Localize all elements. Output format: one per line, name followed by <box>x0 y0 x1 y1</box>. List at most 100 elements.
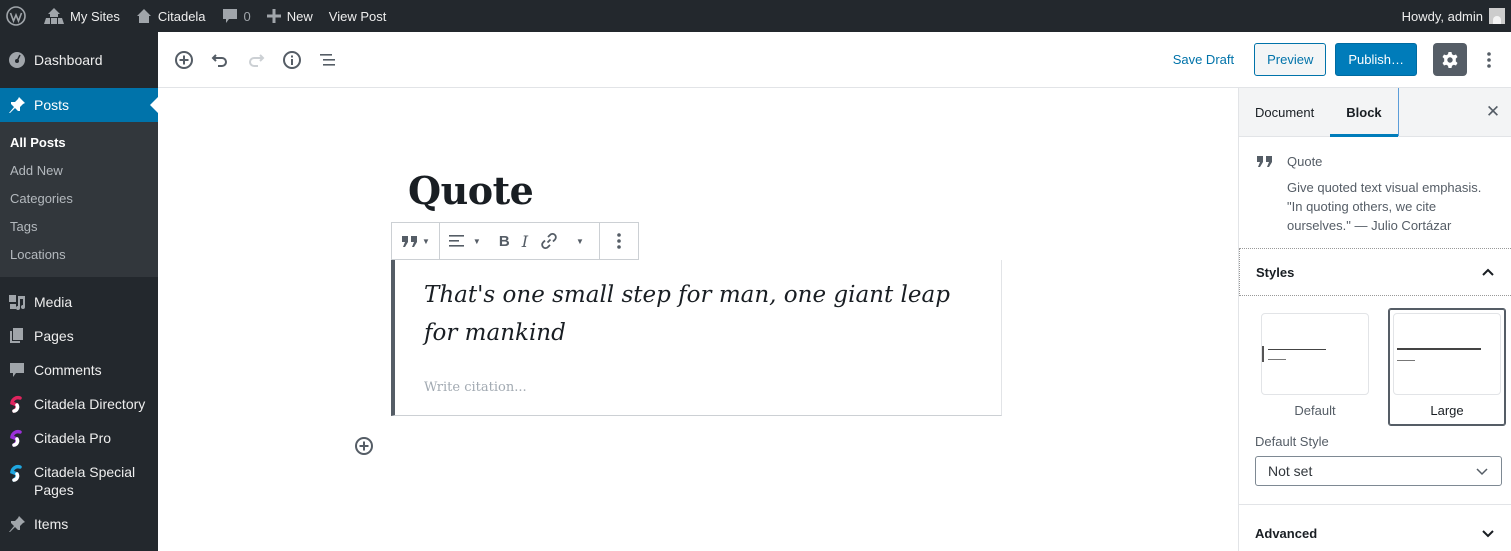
settings-button[interactable] <box>1433 43 1467 76</box>
content-info-button[interactable] <box>274 42 310 78</box>
style-preview-default <box>1261 313 1369 395</box>
tab-block[interactable]: Block <box>1330 88 1399 137</box>
citadela-icon <box>7 428 27 448</box>
caret-down-icon: ▼ <box>422 236 430 246</box>
info-icon <box>283 50 301 69</box>
menu-label: Citadela Special Pages <box>34 464 136 498</box>
style-label: Large <box>1430 403 1464 418</box>
new-content-menu[interactable]: New <box>259 0 321 32</box>
more-menu-button[interactable] <box>1471 42 1507 78</box>
posts-submenu: All Posts Add New Categories Tags Locati… <box>0 122 158 277</box>
submenu-tags[interactable]: Tags <box>0 213 158 241</box>
bold-button[interactable]: B <box>493 223 516 259</box>
menu-label: Items <box>34 516 69 532</box>
style-preview-large <box>1393 313 1501 395</box>
menu-label: Posts <box>34 97 70 113</box>
style-option-default[interactable]: Default <box>1256 308 1374 426</box>
settings-sidebar: Document Block ✕ Quote Give quoted text … <box>1238 88 1511 551</box>
comment-icon <box>222 9 237 23</box>
howdy-label: Howdy, admin <box>1401 8 1483 24</box>
close-sidebar-button[interactable]: ✕ <box>1475 88 1511 136</box>
home-icon <box>136 9 151 23</box>
menu-item-media[interactable]: Media <box>0 285 158 319</box>
plus-circle-icon <box>355 437 373 455</box>
admin-menu: Dashboard Posts All Posts Add New Catego… <box>0 32 158 551</box>
align-left-icon <box>448 235 464 247</box>
comments-count: 0 <box>243 8 251 24</box>
submenu-locations[interactable]: Locations <box>0 241 158 269</box>
admin-bar: My Sites Citadela 0 New View Post Howdy,… <box>0 0 1511 32</box>
save-draft-button[interactable]: Save Draft <box>1161 52 1246 67</box>
style-label: Default <box>1294 403 1336 418</box>
block-name: Quote <box>1287 154 1323 169</box>
caret-down-icon: ▼ <box>472 236 481 246</box>
menu-label: Citadela Pro <box>34 430 112 446</box>
quote-text[interactable]: That's one small step for man, one giant… <box>424 276 984 352</box>
citation-input[interactable]: Write citation... <box>424 380 527 395</box>
link-icon <box>541 233 557 249</box>
menu-item-comments[interactable]: Comments <box>0 353 158 387</box>
chevron-down-icon <box>1475 463 1489 479</box>
view-post-label: View Post <box>328 8 387 24</box>
editor-canvas: Quote ▼ ▼ B I ▼ That's one small step fo… <box>158 88 1238 551</box>
chevron-up-icon <box>1481 265 1495 280</box>
menu-item-posts[interactable]: Posts <box>0 88 158 122</box>
style-option-large[interactable]: Large <box>1388 308 1506 426</box>
default-style-select[interactable]: Not set <box>1255 456 1502 486</box>
menu-item-citadela-special-pages[interactable]: Citadela Special Pages <box>0 455 158 507</box>
pin-icon <box>7 514 27 534</box>
submenu-categories[interactable]: Categories <box>0 185 158 213</box>
align-button[interactable]: ▼ <box>443 223 487 259</box>
menu-item-citadela-pro[interactable]: Citadela Pro <box>0 421 158 455</box>
post-title[interactable]: Quote <box>408 168 534 213</box>
close-icon: ✕ <box>1485 102 1501 121</box>
tab-document[interactable]: Document <box>1239 88 1330 136</box>
block-toolbar: ▼ ▼ B I ▼ <box>391 222 639 260</box>
preview-button[interactable]: Preview <box>1254 43 1327 76</box>
more-rich-text-button[interactable]: ▼ <box>564 223 596 259</box>
list-icon <box>320 53 335 66</box>
block-more-options-button[interactable] <box>603 223 635 259</box>
default-style-value: Not set <box>1268 463 1313 479</box>
publish-button[interactable]: Publish… <box>1335 43 1417 76</box>
italic-button[interactable]: I <box>516 223 534 259</box>
more-vertical-icon <box>617 233 621 249</box>
plus-circle-icon <box>175 50 193 69</box>
wordpress-logo-button[interactable] <box>0 0 36 32</box>
block-type-switcher[interactable]: ▼ <box>395 223 436 259</box>
menu-item-items[interactable]: Items <box>0 507 158 541</box>
site-name-label: Citadela <box>157 8 206 24</box>
quote-icon <box>402 236 417 247</box>
block-navigation-button[interactable] <box>310 42 346 78</box>
add-block-button[interactable] <box>166 42 202 78</box>
submenu-all-posts[interactable]: All Posts <box>0 129 158 157</box>
view-post-link[interactable]: View Post <box>321 0 395 32</box>
quote-icon <box>1255 154 1275 232</box>
styles-panel-title: Styles <box>1256 264 1295 280</box>
citadela-icon <box>7 463 27 483</box>
my-sites-label: My Sites <box>70 8 120 24</box>
pin-icon <box>7 95 27 115</box>
quote-block[interactable]: That's one small step for man, one giant… <box>391 260 1002 416</box>
undo-button[interactable] <box>202 42 238 78</box>
comment-icon <box>7 360 27 380</box>
styles-panel-toggle[interactable]: Styles <box>1239 249 1511 296</box>
submenu-add-new[interactable]: Add New <box>0 157 158 185</box>
site-name-menu[interactable]: Citadela <box>128 0 214 32</box>
my-sites-menu[interactable]: My Sites <box>36 0 128 32</box>
menu-item-dashboard[interactable]: Dashboard <box>0 43 158 77</box>
menu-item-citadela-directory[interactable]: Citadela Directory <box>0 387 158 421</box>
more-vertical-icon <box>1487 51 1491 68</box>
account-menu[interactable]: Howdy, admin <box>1394 0 1507 32</box>
block-inserter-button[interactable] <box>352 434 376 458</box>
default-style-label: Default Style <box>1255 434 1329 449</box>
link-button[interactable] <box>534 223 564 259</box>
comments-menu[interactable]: 0 <box>214 0 259 32</box>
media-icon <box>7 292 27 312</box>
menu-label: Dashboard <box>34 52 103 68</box>
advanced-panel-toggle[interactable]: Advanced <box>1239 504 1511 551</box>
redo-button[interactable] <box>238 42 274 78</box>
block-description: Give quoted text visual emphasis. "In qu… <box>1287 180 1482 233</box>
italic-icon: I <box>521 231 529 251</box>
menu-item-pages[interactable]: Pages <box>0 319 158 353</box>
